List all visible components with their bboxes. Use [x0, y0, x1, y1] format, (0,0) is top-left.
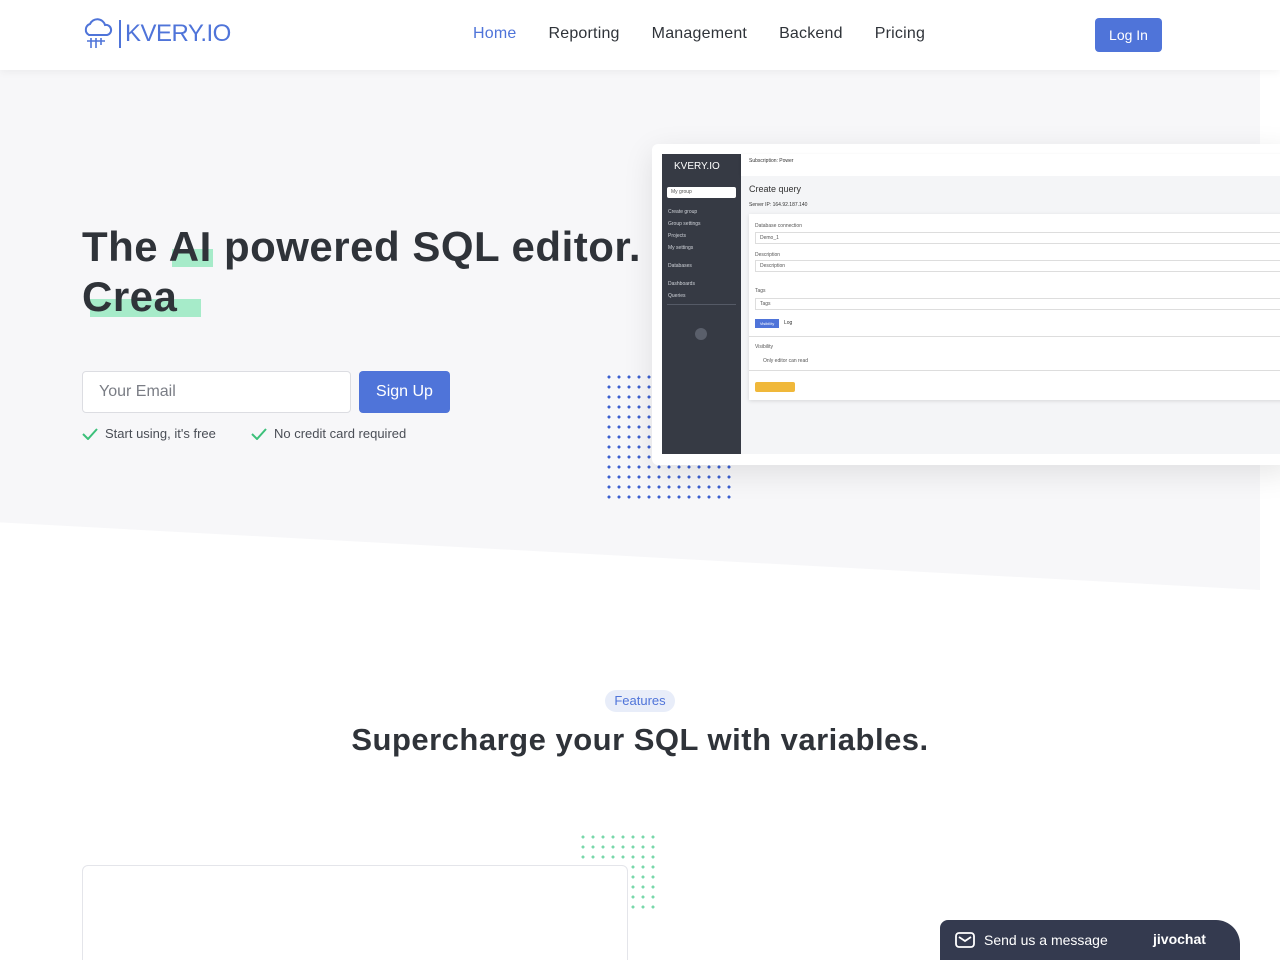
logo[interactable]: KVERY.IO	[81, 18, 231, 50]
collapse-icon	[695, 328, 707, 340]
screenshot-side-item: Create group	[668, 209, 698, 215]
screenshot-checkbox-label: Only editor can read	[763, 358, 809, 364]
chat-widget[interactable]: Send us a message jivochat	[940, 920, 1240, 960]
chat-message: Send us a message	[984, 932, 1108, 948]
screenshot-divider	[667, 304, 736, 305]
perk-item: Start using, it's free	[82, 426, 216, 441]
features-title: Supercharge your SQL with variables.	[351, 722, 929, 757]
chat-brand: jivochat	[1153, 931, 1206, 947]
envelope-icon	[955, 932, 975, 948]
app-screenshot: KVERY.IO My group Create group Group set…	[652, 144, 1280, 465]
nav-pricing[interactable]: Pricing	[875, 25, 925, 43]
nav-reporting[interactable]: Reporting	[548, 25, 619, 43]
main-nav: Home Reporting Management Backend Pricin…	[473, 25, 925, 43]
screenshot-label: Description	[755, 252, 781, 258]
nav-backend[interactable]: Backend	[779, 25, 843, 43]
hero-title-line: The AI powered SQL editor.	[82, 223, 642, 270]
nav-home[interactable]: Home	[473, 25, 516, 43]
screenshot-field: Demo_1	[755, 232, 1280, 244]
screenshot-side-item: Databases	[668, 263, 692, 269]
screenshot-logo: KVERY.IO	[674, 161, 720, 172]
screenshot-side-item: Group settings	[668, 221, 701, 227]
logo-text: KVERY.IO	[119, 20, 231, 48]
page: KVERY.IO Home Reporting Management Backe…	[0, 0, 1280, 960]
screenshot-topbar: Subscription: Power	[741, 154, 1280, 176]
screenshot-label: Visibility	[755, 344, 773, 350]
screenshot-save-button	[755, 382, 795, 392]
perk-label: Start using, it's free	[105, 426, 216, 441]
screenshot-label: Database connection	[755, 223, 802, 229]
screenshot-divider	[749, 336, 1280, 337]
email-input[interactable]	[82, 371, 351, 413]
hero-title: The AI powered SQL editor. Crea	[82, 222, 642, 322]
screenshot-label: Tags	[755, 288, 766, 294]
check-icon	[82, 427, 98, 440]
screenshot-group-select: My group	[667, 187, 736, 198]
screenshot-tab: Visibility	[755, 319, 779, 328]
features-badge: Features	[605, 690, 675, 712]
hero-title-line: Crea	[82, 273, 178, 320]
screenshot-sidebar: KVERY.IO My group Create group Group set…	[662, 154, 741, 454]
signup-button[interactable]: Sign Up	[359, 371, 450, 413]
screenshot-tab: Log	[784, 320, 793, 326]
feature-card	[82, 865, 628, 960]
check-icon	[251, 427, 267, 440]
screenshot-side-item: Queries	[668, 293, 686, 299]
site-header: KVERY.IO Home Reporting Management Backe…	[0, 0, 1280, 70]
perk-label: No credit card required	[274, 426, 407, 441]
screenshot-field: Description	[755, 260, 1280, 272]
nav-management[interactable]: Management	[652, 25, 747, 43]
screenshot-field: Tags	[755, 298, 1280, 310]
screenshot-server: Server IP: 164.92.187.140	[749, 202, 808, 208]
cloud-logo-icon	[84, 18, 113, 48]
login-button[interactable]: Log In	[1095, 18, 1162, 52]
perk-item: No credit card required	[251, 426, 406, 441]
screenshot-side-item: Dashboards	[668, 281, 695, 287]
screenshot-main: Create query Server IP: 164.92.187.140 D…	[741, 176, 1280, 454]
screenshot-heading: Create query	[749, 184, 802, 194]
screenshot-side-item: Projects	[668, 233, 687, 239]
screenshot-divider	[749, 370, 1280, 371]
screenshot-side-item: My settings	[668, 245, 694, 251]
screenshot-form-card: Database connection Demo_1 Description D…	[749, 214, 1280, 400]
